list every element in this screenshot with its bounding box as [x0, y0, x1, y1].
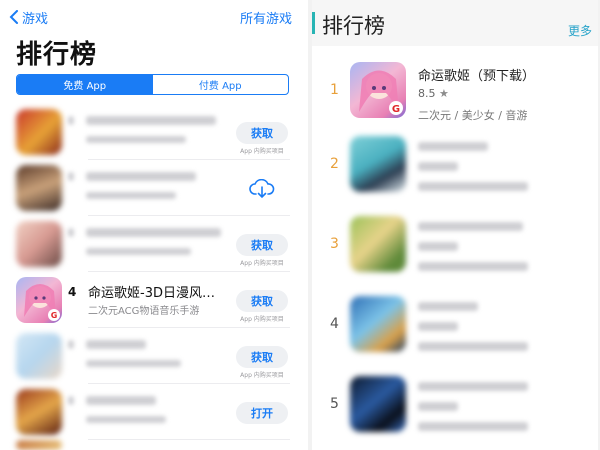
more-link[interactable]: 更多: [568, 22, 592, 39]
blurred-app-name: [86, 172, 196, 181]
back-button[interactable]: 游戏: [8, 6, 48, 28]
in-app-purchase-note: App 内购买项目: [240, 316, 284, 323]
blurred-app-name: [418, 142, 488, 151]
blurred-rank: [68, 340, 74, 349]
app-rating: 8.5 ★: [418, 87, 449, 100]
svg-text:G: G: [51, 311, 58, 320]
tab-free-apps[interactable]: 免费 App: [17, 75, 153, 94]
app-icon: [350, 216, 406, 272]
blurred-app-tags: [418, 422, 528, 431]
app-icon: G: [16, 277, 62, 323]
ranking-item[interactable]: 1 G 命运歌姬（预下载） 8.5 ★ 二次元 / 美少女 / 音游: [312, 52, 598, 132]
star-icon: ★: [439, 87, 449, 100]
app-name: 命运歌姬-3D日漫风音乐…: [88, 286, 226, 301]
tab-paid-apps[interactable]: 付费 App: [153, 75, 289, 94]
anime-girl-art: G: [359, 70, 403, 115]
blurred-app-rating: [418, 402, 458, 411]
cloud-download-icon[interactable]: [249, 179, 275, 199]
ranking-card: 排行榜 更多 1 G 命运歌姬（预下载） 8.5 ★ 二次元 / 美少女 / 音…: [312, 0, 598, 450]
app-icon: [16, 221, 62, 267]
blurred-app-name: [418, 222, 523, 231]
ranking-header: 排行榜 更多: [312, 0, 598, 46]
blurred-app-subtitle: [86, 248, 191, 255]
in-app-purchase-note: App 内购买项目: [240, 372, 284, 379]
list-item[interactable]: 获取 App 内购买项目: [0, 216, 302, 272]
accent-bar: [312, 12, 315, 34]
list-item[interactable]: 获取 App 内购买项目: [0, 104, 302, 160]
blurred-app-name: [86, 396, 156, 405]
app-icon: [16, 440, 62, 450]
blurred-app-tags: [418, 342, 528, 351]
app-name: 命运歌姬（预下载）: [418, 69, 536, 84]
page-title: 排行榜: [16, 40, 98, 70]
list-item: [0, 440, 302, 450]
rank-number: 4: [330, 316, 339, 332]
ranking-item[interactable]: 5: [312, 366, 598, 446]
get-button[interactable]: 获取: [236, 290, 288, 312]
app-tags: 二次元 / 美少女 / 音游: [418, 109, 528, 122]
blurred-app-name: [86, 340, 146, 349]
in-app-purchase-note: App 内购买项目: [240, 260, 284, 267]
list-item[interactable]: 打开: [0, 384, 302, 440]
rank-number: 5: [330, 396, 339, 412]
app-icon: [350, 296, 406, 352]
ranking-panel: 排行榜 更多 1 G 命运歌姬（预下载） 8.5 ★ 二次元 / 美少女 / 音…: [308, 0, 600, 450]
blurred-app-subtitle: [86, 192, 176, 199]
list-item[interactable]: [0, 160, 302, 216]
pricing-segmented-control: 免费 App 付费 App: [16, 74, 289, 95]
back-label: 游戏: [22, 11, 49, 27]
blurred-rank: [68, 116, 74, 125]
ranking-item[interactable]: 2: [312, 126, 598, 206]
svg-text:G: G: [392, 104, 400, 115]
list-item[interactable]: G 4 命运歌姬-3D日漫风音乐… 二次元ACG物语音乐手游 获取 App 内购…: [0, 272, 302, 328]
app-icon: G: [350, 62, 406, 118]
blurred-rank: [68, 172, 74, 181]
app-icon: [350, 376, 406, 432]
app-icon: [16, 165, 62, 211]
ranking-title: 排行榜: [322, 14, 385, 38]
blurred-app-rating: [418, 242, 458, 251]
app-icon: [16, 333, 62, 379]
get-button[interactable]: 获取: [236, 122, 288, 144]
blurred-app-subtitle: [86, 136, 186, 143]
app-store-panel: 游戏 所有游戏 排行榜 免费 App 付费 App 获取 App 内购买项目 获…: [0, 0, 302, 450]
list-item[interactable]: 获取 App 内购买项目: [0, 328, 302, 384]
blurred-app-name: [418, 382, 528, 391]
blurred-app-name: [86, 228, 221, 237]
blurred-app-name: [418, 302, 478, 311]
in-app-purchase-note: App 内购买项目: [240, 148, 284, 155]
all-games-link[interactable]: 所有游戏: [240, 8, 292, 27]
open-button[interactable]: 打开: [236, 402, 288, 424]
app-icon: [16, 109, 62, 155]
blurred-app-rating: [418, 162, 458, 171]
blurred-rank: [68, 228, 74, 237]
blurred-app-rating: [418, 322, 458, 331]
rank-number: 4: [68, 285, 77, 299]
anime-girl-art: G: [24, 284, 60, 321]
rating-value: 8.5: [418, 87, 436, 100]
blurred-app-name: [86, 116, 216, 125]
app-subtitle: 二次元ACG物语音乐手游: [88, 306, 200, 317]
get-button[interactable]: 获取: [236, 346, 288, 368]
blurred-app-tags: [418, 262, 528, 271]
rank-number: 3: [330, 236, 339, 252]
blurred-app-tags: [418, 182, 528, 191]
ranking-item[interactable]: 3: [312, 206, 598, 286]
app-icon: [16, 389, 62, 435]
blurred-app-subtitle: [86, 360, 181, 367]
blurred-app-subtitle: [86, 416, 166, 423]
chevron-left-icon: [9, 10, 18, 24]
rank-number: 1: [330, 82, 339, 98]
app-icon: [350, 136, 406, 192]
ranking-item[interactable]: 4: [312, 286, 598, 366]
blurred-rank: [68, 396, 74, 405]
screenshot-composite: 游戏 所有游戏 排行榜 免费 App 付费 App 获取 App 内购买项目 获…: [0, 0, 600, 450]
get-button[interactable]: 获取: [236, 234, 288, 256]
rank-number: 2: [330, 156, 339, 172]
